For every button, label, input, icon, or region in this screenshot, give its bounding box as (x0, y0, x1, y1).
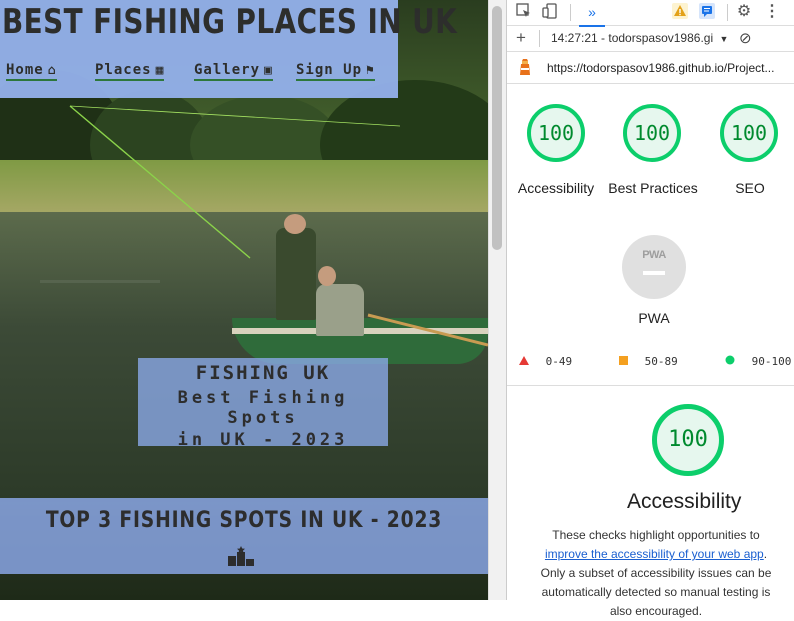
banner-subtitle: Best Fishing Spots (177, 388, 349, 428)
pwa-label: PWA (638, 310, 670, 326)
circle-icon (725, 355, 735, 365)
best-practices-score: 100 (633, 121, 671, 145)
description-line: These checks highlight opportunities to … (531, 526, 781, 621)
best-practices-gauge[interactable]: 100 (623, 104, 681, 162)
accessibility-score: 100 (537, 121, 575, 145)
flag-icon: ⚑ (366, 63, 375, 78)
clear-reports-icon[interactable]: ⊘ (739, 29, 752, 47)
report-select-value: 14:27:21 - todorspasov1986.gi (551, 31, 714, 45)
report-url[interactable]: https://todorspasov1986.github.io/Projec… (547, 61, 774, 75)
hero-banner: FISHING UK Best Fishing Spots in UK - 20… (138, 358, 388, 450)
home-icon: ⌂ (47, 63, 57, 78)
toolbar-divider (570, 4, 571, 21)
pwa-badge: PWA (642, 249, 666, 261)
accessibility-detail-gauge: 100 (652, 404, 724, 476)
report-url-bar: https://todorspasov1986.github.io/Projec… (507, 52, 794, 84)
legend-fail: 0-49 (519, 355, 572, 368)
legend-average-range: 50-89 (644, 355, 678, 368)
legend-fail-range: 0-49 (545, 355, 573, 368)
section-divider (507, 385, 794, 386)
nav-home-label: Home (6, 62, 44, 78)
best-practices-label: Best Practices (608, 180, 698, 196)
warning-icon[interactable] (671, 3, 689, 21)
device-toggle-icon[interactable] (541, 3, 559, 21)
seo-gauge[interactable]: 100 (720, 104, 778, 162)
devtools-toolbar: » ⚙ ⋮ (507, 0, 794, 27)
banner-title: FISHING UK (195, 362, 331, 384)
section-title: TOP 3 FISHING SPOTS IN UK - 2023 (45, 508, 443, 533)
site-header: BEST FISHING PLACES IN UK Home ⌂ Places ▦ … (0, 0, 457, 98)
legend-pass: 90-100 (725, 355, 791, 368)
podium-icon (228, 546, 254, 566)
legend-average: 50-89 (619, 355, 678, 368)
triangle-icon (519, 356, 529, 365)
more-tabs-icon: » (588, 4, 596, 20)
accessibility-detail-title-text: Accessibility (627, 490, 742, 513)
inspect-element-icon[interactable] (515, 3, 533, 21)
messages-icon[interactable] (698, 3, 716, 21)
map-icon: ▦ (155, 63, 165, 78)
top-spots-section: TOP 3 FISHING SPOTS IN UK - 2023 (0, 498, 488, 574)
toolbar-divider (727, 4, 728, 21)
report-select[interactable]: 14:27:21 - todorspasov1986.gi ▼ (551, 31, 728, 45)
lighthouse-icon (520, 59, 530, 75)
description-prefix: These checks highlight opportunities to (552, 528, 760, 542)
accessibility-detail-score: 100 (668, 427, 708, 452)
nav-home[interactable]: Home ⌂ (6, 62, 57, 81)
nav-gallery-label: Gallery (194, 62, 261, 78)
website-viewport: BEST FISHING PLACES IN UK Home ⌂ Places ▦ … (0, 0, 488, 600)
toolbar-divider (539, 30, 540, 47)
accessibility-gauge[interactable]: 100 (527, 104, 585, 162)
tab-lighthouse[interactable]: » (579, 0, 605, 27)
devtools-panel: » ⚙ ⋮ + 14:27:21 - todorspasov1986.gi ▼ … (506, 0, 794, 618)
accessibility-label: Accessibility (517, 180, 595, 196)
images-icon: ▣ (264, 63, 273, 78)
scrollbar-thumb[interactable] (492, 6, 502, 250)
gear-icon[interactable]: ⚙ (735, 3, 753, 21)
page-scrollbar[interactable] (488, 0, 506, 600)
seo-score: 100 (730, 121, 768, 145)
nav-signup[interactable]: Sign Up ⚑ (296, 62, 375, 81)
pwa-dash-icon (643, 271, 665, 275)
seo-label: SEO (735, 180, 765, 196)
improve-accessibility-link[interactable]: improve the accessibility of your web ap… (545, 547, 764, 561)
square-icon (619, 356, 628, 365)
banner-year: in UK - 2023 (177, 430, 349, 450)
pwa-gauge[interactable]: PWA (622, 235, 686, 299)
legend-pass-range: 90-100 (751, 355, 792, 368)
new-report-button[interactable]: + (516, 28, 526, 48)
nav-places-label: Places (95, 62, 152, 78)
nav-gallery[interactable]: Gallery ▣ (194, 62, 273, 81)
kebab-menu-icon[interactable]: ⋮ (763, 3, 781, 21)
site-title: BEST FISHING PLACES IN UK (2, 2, 458, 42)
nav-places[interactable]: Places ▦ (95, 62, 165, 81)
chevron-down-icon: ▼ (719, 34, 729, 44)
report-selector-bar: + 14:27:21 - todorspasov1986.gi ▼ ⊘ (507, 26, 794, 52)
nav-signup-label: Sign Up (296, 62, 363, 78)
